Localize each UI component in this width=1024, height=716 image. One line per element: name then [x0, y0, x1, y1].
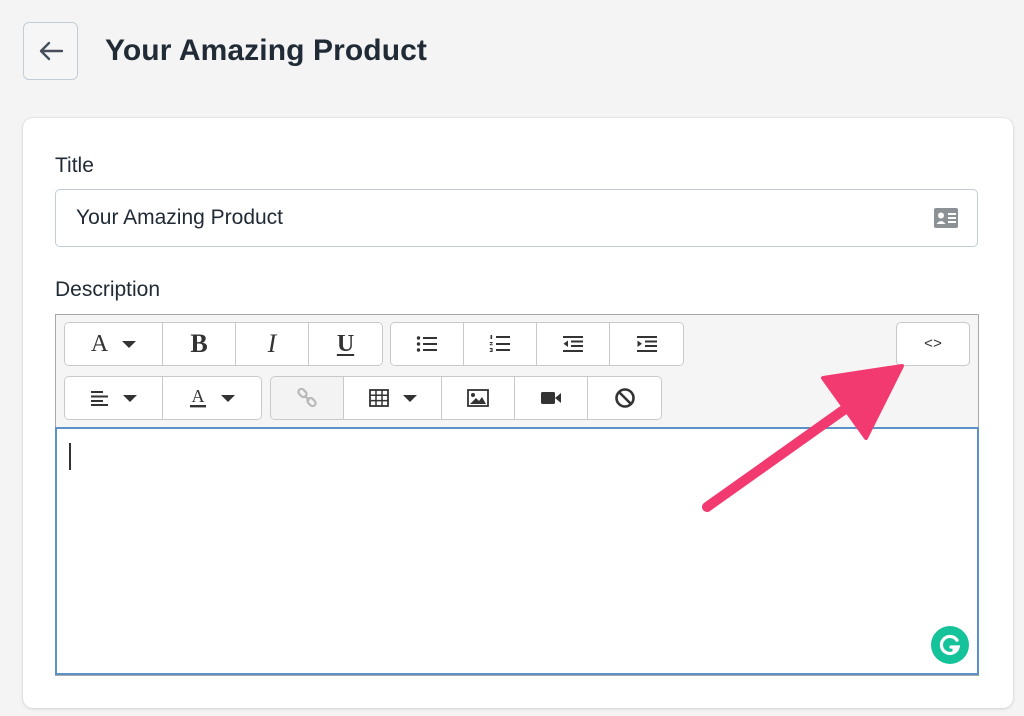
title-field[interactable] [55, 189, 978, 247]
arrow-left-icon [39, 41, 63, 61]
bold-button[interactable]: B [163, 323, 236, 365]
grammarly-icon[interactable] [931, 626, 969, 664]
description-label: Description [55, 278, 161, 301]
rich-text-editor: A B I U <> A [55, 314, 979, 676]
contact-card-icon[interactable] [933, 207, 959, 229]
bold-icon: B [190, 329, 208, 358]
table-icon [368, 389, 389, 407]
table-dropdown[interactable] [344, 377, 442, 419]
text-color-dropdown[interactable]: A [163, 377, 261, 419]
bullet-list-icon [416, 336, 437, 352]
indent-button[interactable] [610, 323, 683, 365]
underline-button[interactable]: U [309, 323, 382, 365]
chevron-down-icon [122, 394, 137, 402]
align-left-icon [90, 391, 108, 406]
numbered-list-icon [489, 335, 510, 352]
clear-formatting-button[interactable] [588, 377, 661, 419]
font-style-group: A B I U [64, 322, 383, 366]
link-button[interactable] [271, 377, 344, 419]
indent-icon [636, 336, 657, 352]
chevron-down-icon [122, 340, 137, 348]
grammarly-g-icon [939, 634, 961, 656]
chevron-down-icon [402, 394, 417, 402]
code-view-button[interactable]: <> [896, 322, 970, 366]
product-card: Title Description A B I U [23, 118, 1013, 708]
insert-image-button[interactable] [442, 377, 515, 419]
text-color-icon: A [190, 387, 206, 408]
title-input[interactable] [76, 190, 916, 246]
page-header: Your Amazing Product [23, 22, 427, 80]
insert-video-button[interactable] [515, 377, 588, 419]
outdent-button[interactable] [537, 323, 610, 365]
underline-icon: U [336, 330, 355, 357]
insert-group [270, 376, 662, 420]
italic-icon: I [267, 329, 277, 358]
title-label: Title [55, 154, 94, 177]
editor-content-area[interactable] [55, 427, 979, 675]
link-icon [297, 387, 317, 408]
font-style-glyph: A [90, 331, 109, 357]
outdent-icon [563, 336, 583, 352]
video-icon [541, 392, 561, 404]
svg-text:A: A [192, 387, 205, 406]
font-style-dropdown[interactable]: A [65, 323, 163, 365]
image-icon [467, 389, 489, 407]
unordered-list-button[interactable] [391, 323, 464, 365]
paragraph-group [390, 322, 684, 366]
chevron-down-icon [221, 394, 235, 402]
page-title: Your Amazing Product [105, 34, 428, 67]
back-button[interactable] [23, 22, 78, 80]
ordered-list-button[interactable] [464, 323, 537, 365]
text-cursor [69, 443, 71, 470]
block-icon [614, 388, 635, 408]
align-dropdown[interactable] [65, 377, 163, 419]
italic-button[interactable]: I [236, 323, 309, 365]
style-group: A [64, 376, 262, 420]
